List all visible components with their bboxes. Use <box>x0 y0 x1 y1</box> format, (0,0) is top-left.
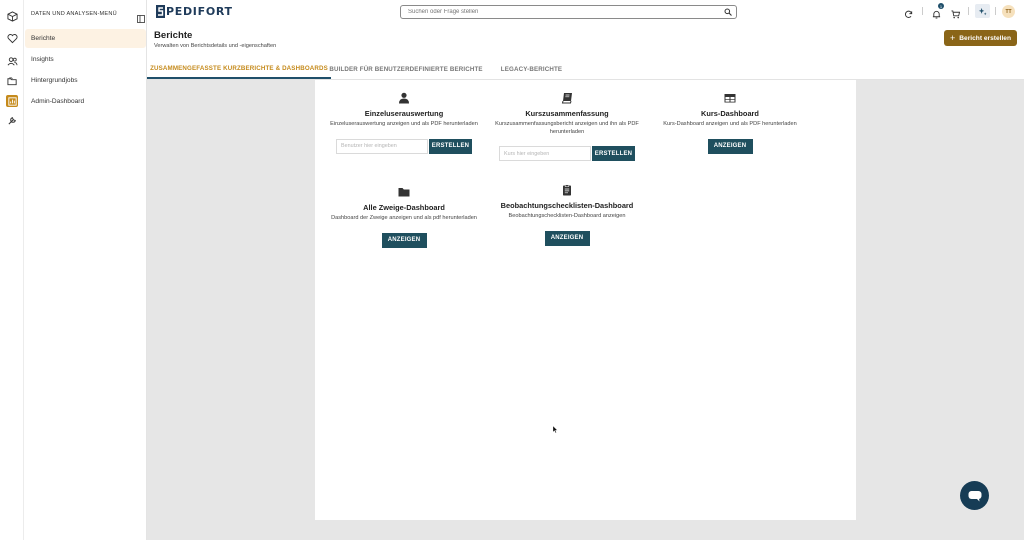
user-input[interactable] <box>336 138 428 154</box>
icon-rail <box>0 0 24 540</box>
view-button[interactable]: ANZEIGEN <box>381 232 427 248</box>
report-card-beobachtungschecklisten-dashboard: Beobachtungschecklisten-Dashboard Beobac… <box>487 184 647 246</box>
sidebar-collapse-icon[interactable] <box>137 10 145 23</box>
folder-icon <box>398 188 410 197</box>
search-bar[interactable] <box>400 5 737 19</box>
logo-mark-icon <box>156 4 165 18</box>
tab-zusammengefasste-kurzberichte[interactable]: ZUSAMMENGEFASSTE KURZBERICHTE & DASHBOAR… <box>147 60 331 79</box>
tab-builder-benutzerdefinierte-berichte[interactable]: BUILDER FÜR BENUTZERDEFINIERTE BERICHTE <box>329 60 482 79</box>
cube-icon[interactable] <box>6 10 18 22</box>
user-icon <box>399 92 409 104</box>
sparkle-icon <box>978 7 987 15</box>
book-icon <box>561 93 572 104</box>
report-card-kurszusammenfassung: Kurszusammenfassung Kurszusammenfassungs… <box>487 92 647 162</box>
mouse-cursor-icon <box>553 426 558 433</box>
create-button[interactable]: ERSTELLEN <box>592 146 635 162</box>
report-card-alle-zweige-dashboard: Alle Zweige-Dashboard Dashboard der Zwei… <box>324 186 484 248</box>
cart-icon[interactable] <box>951 6 961 19</box>
ai-assistant-button[interactable] <box>975 4 990 18</box>
divider <box>968 7 969 15</box>
folders-icon[interactable] <box>6 75 18 87</box>
card-input-row: ERSTELLEN <box>324 138 484 154</box>
create-report-label: Bericht erstellen <box>959 34 1011 42</box>
refresh-icon[interactable] <box>904 6 913 18</box>
divider <box>995 7 996 15</box>
tab-legacy-berichte[interactable]: LEGACY-BERICHTE <box>493 60 570 79</box>
logo-text: PEDIFORT <box>166 4 233 18</box>
sidebar-item-label: Berichte <box>31 35 56 42</box>
report-card-kurs-dashboard: Kurs-Dashboard Kurs-Dashboard anzeigen u… <box>650 92 810 154</box>
card-description: Beobachtungschecklisten-Dashboard anzeig… <box>508 213 626 219</box>
search-icon[interactable] <box>724 8 732 16</box>
sidebar-item-hintergrundjobs[interactable]: Hintergrundjobs <box>25 71 146 90</box>
card-title: Kurs-Dashboard <box>701 109 759 118</box>
search-input[interactable] <box>408 9 708 15</box>
card-input-row: ERSTELLEN <box>487 146 647 162</box>
card-title: Beobachtungschecklisten-Dashboard <box>500 201 634 210</box>
card-description: Kurs-Dashboard anzeigen und als PDF heru… <box>663 121 797 127</box>
card-title: Einzeluserauswertung <box>364 109 444 118</box>
avatar[interactable]: TT <box>1002 5 1015 18</box>
heart-icon[interactable] <box>6 32 18 44</box>
card-description: Einzeluserauswertung anzeigen und als PD… <box>330 121 478 127</box>
view-button[interactable]: ANZEIGEN <box>544 230 590 246</box>
clipboard-icon <box>563 184 571 196</box>
report-card-einzeluserauswertung: Einzeluserauswertung Einzeluserauswertun… <box>324 92 484 154</box>
plus-icon: + <box>950 33 956 43</box>
sidebar-item-admin-dashboard[interactable]: Admin-Dashboard <box>25 92 146 111</box>
card-description: Dashboard der Zweige anzeigen und als pd… <box>331 215 477 221</box>
create-button[interactable]: ERSTELLEN <box>429 138 472 154</box>
logo[interactable]: PEDIFORT <box>156 4 233 18</box>
wrench-icon[interactable] <box>6 114 18 126</box>
reports-panel: Einzeluserauswertung Einzeluserauswertun… <box>315 80 856 520</box>
sidebar-title: DATEN UND ANALYSEN-MENÜ <box>31 11 117 17</box>
sidebar: DATEN UND ANALYSEN-MENÜ Berichte Insight… <box>24 0 147 540</box>
page-subtitle: Verwalten von Berichtsdetails und -eigen… <box>154 43 277 49</box>
divider <box>922 7 923 15</box>
view-button[interactable]: ANZEIGEN <box>707 138 753 154</box>
users-icon[interactable] <box>6 55 18 67</box>
reports-icon[interactable] <box>6 95 18 107</box>
sidebar-item-label: Admin-Dashboard <box>31 98 85 105</box>
sidebar-item-insights[interactable]: Insights <box>25 50 146 69</box>
course-input[interactable] <box>499 146 591 162</box>
page-title: Berichte <box>154 30 193 41</box>
card-title: Kurszusammenfassung <box>525 109 609 118</box>
tab-bar: ZUSAMMENGEFASSTE KURZBERICHTE & DASHBOAR… <box>147 60 1024 80</box>
sidebar-item-label: Hintergrundjobs <box>31 77 78 84</box>
chat-bubble-icon <box>968 490 981 501</box>
card-title: Alle Zweige-Dashboard <box>363 203 445 212</box>
notification-badge: 1 <box>938 3 944 9</box>
sidebar-item-label: Insights <box>31 56 54 63</box>
sidebar-header: DATEN UND ANALYSEN-MENÜ <box>31 10 145 23</box>
table-icon <box>724 94 736 103</box>
chat-button[interactable] <box>960 481 989 510</box>
sidebar-item-berichte[interactable]: Berichte <box>25 29 146 48</box>
create-report-button[interactable]: + Bericht erstellen <box>944 30 1017 46</box>
card-description: Kurszusammenfassungsbericht anzeigen und… <box>495 121 639 135</box>
